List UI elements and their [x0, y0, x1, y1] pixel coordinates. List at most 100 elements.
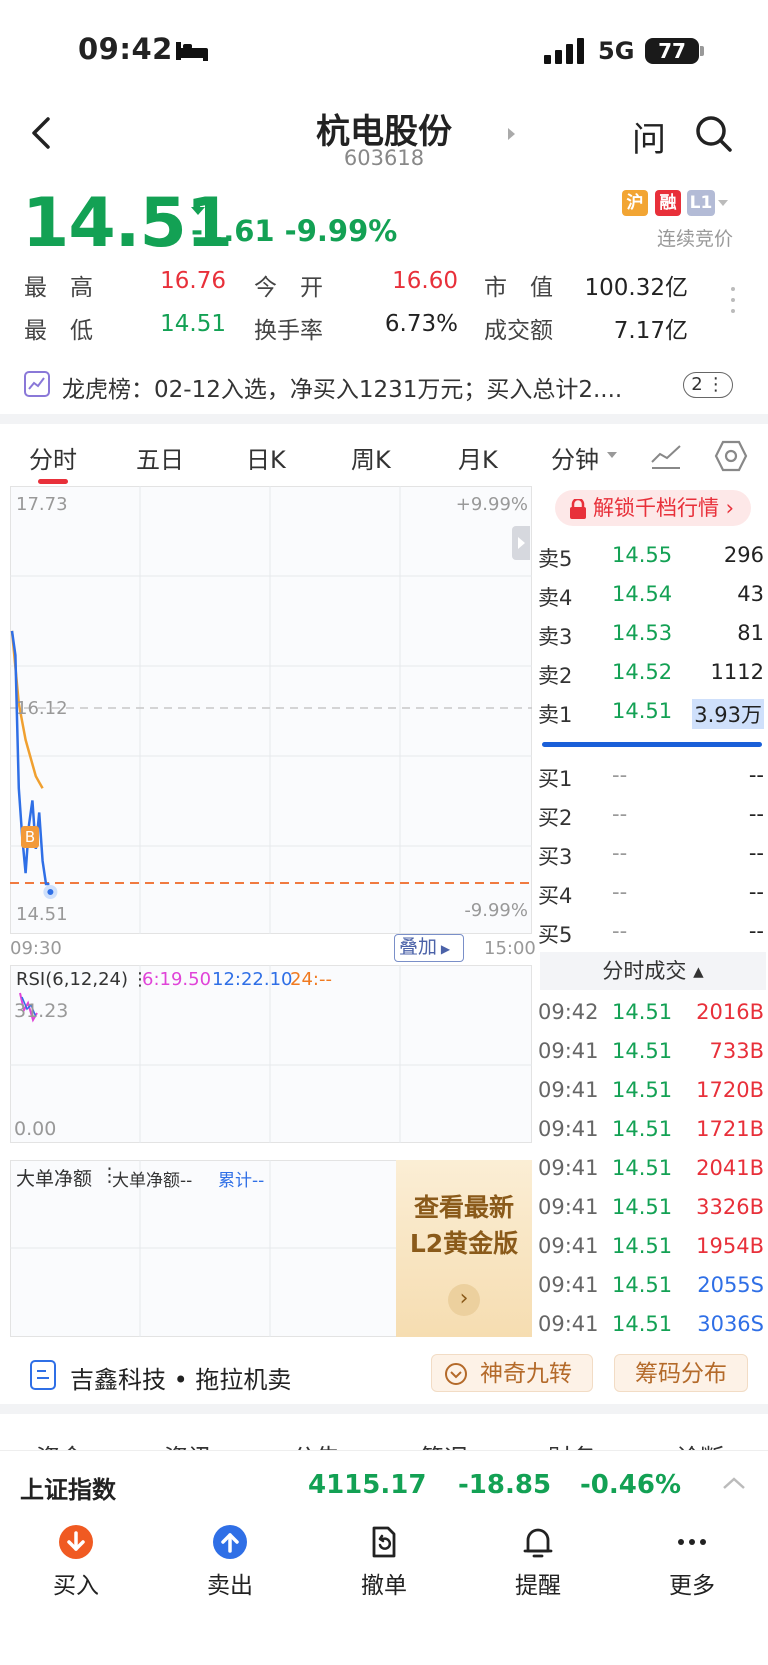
tab-minute[interactable]: 分钟 [551, 440, 599, 475]
buy-marker[interactable]: B [21, 826, 39, 848]
stat-label-mcap: 市 值 [484, 275, 553, 301]
trade-volume: 1954B [696, 1234, 764, 1258]
ask-price: 14.52 [612, 660, 673, 684]
trade-price: 14.51 [612, 1195, 673, 1219]
promo-text[interactable]: 查看最新 L2黄金版 [396, 1190, 532, 1262]
ask-volume: 296 [723, 543, 764, 567]
trade-price: 14.51 [612, 1117, 673, 1141]
level-tag[interactable]: L1 [687, 190, 715, 216]
ask-price: 14.53 [612, 621, 673, 645]
stat-value-turnover: 6.73% [384, 311, 458, 337]
buy-button[interactable]: 买入 [36, 1524, 116, 1600]
overlay-button[interactable]: 叠加 ▶ [394, 934, 464, 962]
tab-profile[interactable]: 简况 [420, 1438, 468, 1450]
related-news-link[interactable]: 吉鑫科技 • 拖拉机卖 [70, 1360, 291, 1395]
ask-volume: 81 [737, 621, 764, 645]
tab-five-day[interactable]: 五日 [136, 440, 184, 475]
margin-tag: 融 [655, 190, 681, 216]
alert-label: 提醒 [515, 1573, 561, 1599]
buy-arrow-icon [59, 1525, 93, 1559]
stat-label-open: 今 开 [254, 275, 323, 301]
ask-row[interactable]: 卖2 14.52 1112 [538, 660, 764, 690]
trades-header[interactable]: 分时成交 ▴ [540, 952, 766, 990]
index-name: 上证指数 [20, 1476, 116, 1504]
rsi-6: 6:19.50 [142, 969, 212, 990]
ask-price: 14.54 [612, 582, 673, 606]
tab-monthly-k[interactable]: 月K [458, 440, 498, 475]
chart-time-end: 15:00 [484, 938, 536, 959]
flow-title[interactable]: 大单净额 [16, 1164, 92, 1191]
tab-intraday[interactable]: 分时 [29, 440, 77, 475]
ask-row[interactable]: 卖4 14.54 43 [538, 582, 764, 612]
bid-label: 买2 [538, 806, 573, 830]
expand-arrow-icon [518, 537, 525, 549]
chip-distribution-button[interactable]: 筹码分布 [614, 1354, 748, 1392]
expand-up-icon[interactable] [722, 1476, 746, 1490]
trade-time: 09:41 [538, 1117, 599, 1141]
chevron-circle-icon [445, 1363, 467, 1385]
cancel-order-icon [372, 1526, 396, 1558]
trade-volume: 2016B [696, 1000, 764, 1024]
trade-row: 09:41 14.51 1954B [538, 1234, 764, 1266]
rsi-24: 24:-- [290, 969, 332, 990]
level-dropdown-icon[interactable] [718, 200, 728, 206]
rsi-title[interactable]: RSI(6,12,24) [16, 969, 128, 990]
more-vertical-icon[interactable] [730, 286, 736, 314]
trade-volume: 3326B [696, 1195, 764, 1219]
stat-label-turnover: 换手率 [254, 318, 323, 344]
bid-label: 买5 [538, 923, 573, 947]
dragon-tiger-count-value: 2 [691, 374, 703, 395]
cancel-order-button[interactable]: 撤单 [344, 1524, 424, 1600]
trade-row: 09:41 14.51 2055S [538, 1273, 764, 1305]
intraday-chart[interactable] [10, 486, 532, 934]
detail-tabs: 资金 资讯 公告 简况 财务 诊断 [0, 1412, 768, 1450]
bid-row[interactable]: 买1 -- -- [538, 763, 764, 793]
trade-volume: 1720B [696, 1078, 764, 1102]
trade-price: 14.51 [612, 1273, 673, 1297]
bid-row[interactable]: 买4 -- -- [538, 880, 764, 910]
settings-hexagon-icon[interactable] [714, 440, 748, 472]
stat-label-amount: 成交额 [484, 318, 553, 344]
tab-announcements[interactable]: 公告 [292, 1438, 340, 1450]
bid-row[interactable]: 买3 -- -- [538, 841, 764, 871]
tab-finance[interactable]: 财务 [548, 1438, 596, 1450]
dragon-tiger-count[interactable]: 2 ⋮ [683, 372, 733, 398]
stat-value-low: 14.51 [160, 311, 226, 337]
lock-icon [570, 499, 586, 519]
tab-daily-k[interactable]: 日K [246, 440, 286, 475]
tab-diagnosis[interactable]: 诊断 [676, 1438, 724, 1450]
tab-news[interactable]: 资讯 [164, 1438, 212, 1450]
ask-row[interactable]: 卖3 14.53 81 [538, 621, 764, 651]
flow-sub: 大单净额-- [112, 1171, 193, 1191]
ask-price: 14.51 [612, 699, 673, 723]
last-price-dot [43, 885, 58, 899]
tab-funds[interactable]: 资金 [36, 1438, 84, 1450]
expand-side-handle[interactable] [512, 526, 530, 560]
indicator-lines-icon[interactable] [650, 442, 682, 470]
more-button[interactable]: 更多 [652, 1524, 732, 1600]
alert-button[interactable]: 提醒 [498, 1524, 578, 1600]
dragon-tiger-text[interactable]: 龙虎榜：02-12入选，净买入1231万元；买入总计2.... [62, 370, 662, 404]
bid-volume: -- [748, 763, 764, 787]
chart-price-low: 14.51 [16, 904, 68, 925]
next-stock-arrow-icon[interactable] [508, 128, 515, 140]
trade-row: 09:41 14.51 733B [538, 1039, 764, 1071]
market-tag-sh: 沪 [622, 190, 648, 216]
bid-row[interactable]: 买2 -- -- [538, 802, 764, 832]
promo-arrow-button[interactable]: › [448, 1284, 480, 1316]
stat-label-high: 最 高 [24, 275, 93, 301]
trade-mode: 连续竞价 [657, 228, 734, 250]
sell-button[interactable]: 卖出 [190, 1524, 270, 1600]
minute-dropdown-icon[interactable] [607, 451, 617, 459]
trade-volume: 1721B [696, 1117, 764, 1141]
trade-time: 09:42 [538, 1000, 599, 1024]
ask-row[interactable]: 卖5 14.55 296 [538, 543, 764, 573]
ask-button[interactable]: 问 [632, 112, 666, 161]
tab-weekly-k[interactable]: 周K [351, 440, 391, 475]
trade-row: 09:41 14.51 1720B [538, 1078, 764, 1110]
ask-volume-highlight: 3.93万 [692, 699, 764, 729]
trade-time: 09:41 [538, 1234, 599, 1258]
bid-row[interactable]: 买5 -- -- [538, 919, 764, 949]
search-icon[interactable] [694, 114, 734, 154]
ask-row[interactable]: 卖1 14.51 3.93万 [538, 699, 764, 729]
